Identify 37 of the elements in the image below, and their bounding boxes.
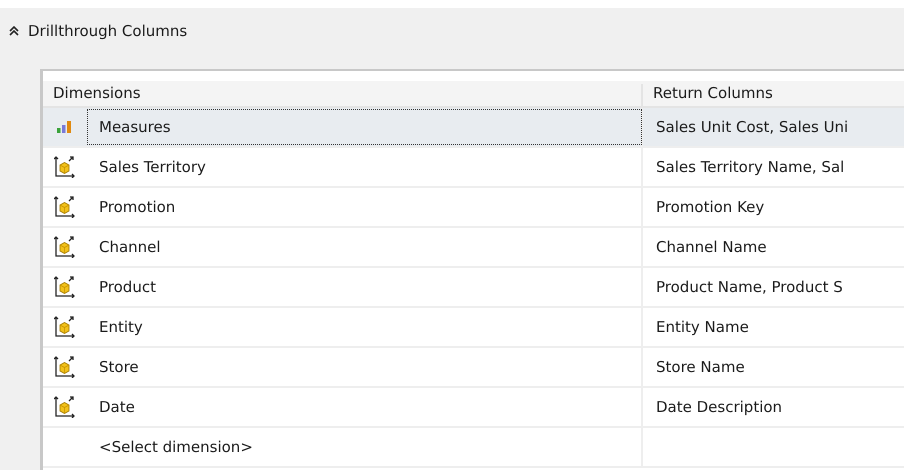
table-row[interactable]: Product Product Name, Product S (43, 268, 904, 308)
select-dimension-placeholder[interactable]: <Select dimension> (86, 428, 643, 466)
table-row[interactable]: Entity Entity Name (43, 308, 904, 348)
table-row[interactable]: Sales Territory Sales Territory Name, Sal (43, 148, 904, 188)
collapse-icon[interactable] (9, 26, 19, 36)
table-row[interactable]: Date Date Description (43, 388, 904, 428)
dimension-cell: Entity (86, 308, 643, 346)
dimension-cell: Store (86, 348, 643, 386)
dimension-cell: Date (86, 388, 643, 426)
dimension-cell: Sales Territory (86, 148, 643, 186)
return-columns-cell-text: Sales Territory Name, Sal (655, 157, 846, 178)
dimension-cell: Promotion (86, 188, 643, 226)
table-row[interactable]: Store Store Name (43, 348, 904, 388)
bar-chart-icon (57, 121, 72, 133)
column-header[interactable]: Return Columns (643, 84, 904, 106)
dimension-cell: Measures (86, 108, 643, 146)
cube-axes-icon (54, 276, 76, 298)
section-title: Drillthrough Columns (28, 22, 188, 40)
table-row[interactable]: Promotion Promotion Key (43, 188, 904, 228)
return-columns-cell-text: Store Name (655, 357, 746, 378)
cube-axes-icon (54, 156, 76, 178)
cube-axes-icon (54, 356, 76, 378)
cube-axes-icon (54, 316, 76, 338)
return-columns-cell-text: Channel Name (655, 237, 768, 258)
return-columns-cell-text: Sales Unit Cost, Sales Uni (655, 117, 850, 138)
return-columns-cell-text: Entity Name (655, 317, 750, 338)
return-columns-cell-text: Date Description (655, 397, 784, 418)
cube-axes-icon (54, 196, 76, 218)
dimension-cell: Product (86, 268, 643, 306)
cube-axes-icon (54, 396, 76, 418)
return-columns-cell-text: Promotion Key (655, 197, 766, 218)
dimension-cell: Channel (86, 228, 643, 266)
return-columns-cell-text: Product Name, Product S (655, 277, 844, 298)
cube-axes-icon (54, 236, 76, 258)
table-row[interactable]: Measures Sales Unit Cost, Sales Uni (43, 108, 904, 148)
column-header[interactable]: Dimensions (43, 84, 643, 106)
table-row[interactable]: Channel Channel Name (43, 228, 904, 268)
